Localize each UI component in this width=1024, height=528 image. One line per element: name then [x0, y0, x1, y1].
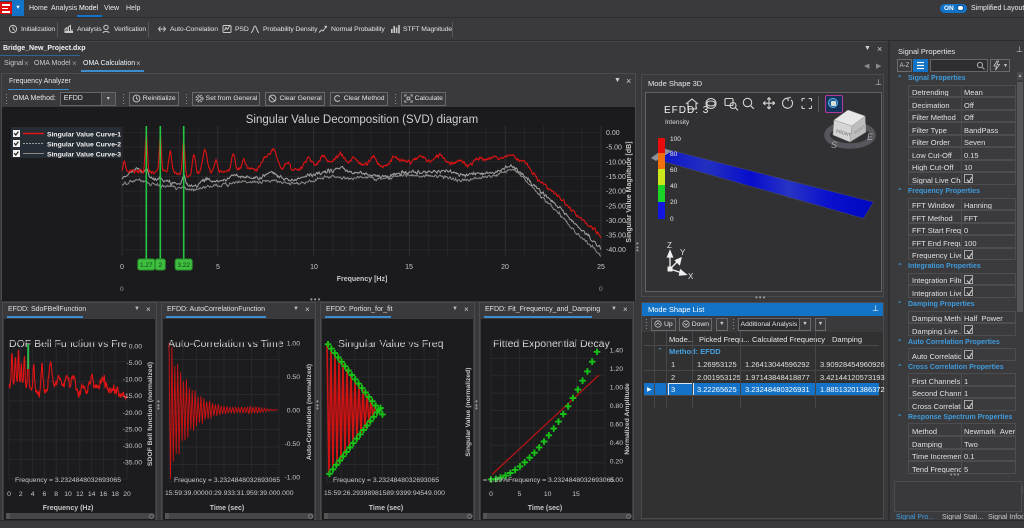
svg-text:6: 6	[43, 491, 47, 498]
svg-text:-10.00: -10.00	[606, 159, 626, 166]
svg-text:2: 2	[19, 491, 23, 498]
svg-text:0.60: 0.60	[610, 422, 623, 429]
svg-text:0.00: 0.00	[606, 130, 620, 137]
svg-text:1.40: 1.40	[610, 348, 623, 355]
svg-text:Z: Z	[667, 241, 672, 250]
svg-text:10: 10	[544, 491, 552, 498]
svg-text:Normalized Amplitude: Normalized Amplitude	[624, 383, 631, 455]
svg-text:25: 25	[597, 264, 605, 271]
svg-text:-15.00: -15.00	[123, 393, 142, 400]
svg-text:10: 10	[310, 264, 318, 271]
svg-text:4: 4	[31, 491, 35, 498]
svg-text:14: 14	[88, 491, 96, 498]
svg-text:0: 0	[7, 491, 11, 498]
svg-text:Singular Value Curve-3: Singular Value Curve-3	[47, 152, 121, 159]
svg-text:Auto-Correlation (normalized): Auto-Correlation (normalized)	[306, 364, 313, 460]
svg-text:Singular Value Curve-1: Singular Value Curve-1	[47, 132, 121, 139]
svg-text:Frequency = 3.2324848032693065: Frequency = 3.2324848032693065	[174, 477, 280, 484]
svg-text:-10.00: -10.00	[123, 377, 142, 384]
svg-text:-30.00: -30.00	[123, 443, 142, 450]
svg-text:5: 5	[518, 491, 522, 498]
svg-text:0: 0	[670, 216, 674, 223]
svg-text:80: 80	[670, 151, 678, 158]
svg-text:Fitted Exponential Decay: Fitted Exponential Decay	[493, 338, 610, 350]
svg-text:0.00: 0.00	[287, 408, 300, 415]
svg-text:-20.00: -20.00	[606, 189, 626, 196]
svg-text:40: 40	[670, 183, 678, 190]
svg-text:0.00: 0.00	[610, 477, 623, 484]
svg-text:0.80: 0.80	[610, 403, 623, 410]
svg-text:SDOF Bell function (normalized: SDOF Bell function (normalized)	[147, 362, 154, 466]
svg-text:Time (sec): Time (sec)	[210, 505, 245, 512]
svg-text:-0.50: -0.50	[285, 441, 301, 448]
svg-text:15: 15	[572, 491, 580, 498]
svg-text:3.22: 3.22	[177, 262, 190, 269]
svg-text:-40.00: -40.00	[606, 247, 626, 254]
svg-text:Singular Value Curve-2: Singular Value Curve-2	[47, 142, 121, 149]
svg-text:1.00: 1.00	[287, 341, 300, 348]
svg-text:0: 0	[489, 491, 493, 498]
svg-text:5: 5	[216, 264, 220, 271]
svg-text:-5.00: -5.00	[606, 145, 622, 152]
svg-text:-35.00: -35.00	[606, 233, 626, 240]
svg-text:15:59:26.29398981589:9399:9454: 15:59:26.29398981589:9399:94549.000	[324, 490, 445, 497]
svg-text:-1.00: -1.00	[285, 475, 301, 482]
svg-text:Frequency [Hz]: Frequency [Hz]	[337, 276, 388, 283]
svg-text:S: S	[831, 140, 837, 150]
svg-text:20: 20	[670, 199, 678, 206]
svg-text:0.00: 0.00	[129, 344, 142, 351]
svg-text:Frequency = 3.2324848032693065: Frequency = 3.2324848032693065	[333, 477, 439, 484]
svg-text:20: 20	[123, 491, 131, 498]
svg-text:0: 0	[599, 286, 603, 293]
svg-text:0: 0	[120, 264, 124, 271]
svg-text:Singular Value (normalized): Singular Value (normalized)	[465, 367, 472, 456]
svg-text:0: 0	[120, 286, 124, 293]
svg-text:15:59:39.00000:29.933:31.959:3: 15:59:39.00000:29.933:31.959:39.000.000	[165, 490, 294, 497]
svg-text:15: 15	[405, 264, 413, 271]
svg-text:Frequency (Hz): Frequency (Hz)	[43, 505, 94, 512]
svg-text:X: X	[688, 272, 694, 281]
svg-text:Time (sec): Time (sec)	[369, 505, 404, 512]
svg-text:16: 16	[100, 491, 108, 498]
svg-text:100: 100	[670, 136, 681, 143]
svg-text:8: 8	[54, 491, 58, 498]
svg-text:0.40: 0.40	[610, 440, 623, 447]
svg-text:-30.00: -30.00	[606, 218, 626, 225]
svg-text:Singular Value Magnitude [dB]: Singular Value Magnitude [dB]	[626, 141, 633, 242]
svg-text:1.20: 1.20	[610, 366, 623, 373]
svg-text:Frequency = 3.2324848032693065: Frequency = 3.2324848032693065	[15, 477, 121, 484]
svg-text:0.20: 0.20	[610, 459, 623, 466]
svg-text:-25.00: -25.00	[123, 426, 142, 433]
svg-text:Time (sec): Time (sec)	[528, 505, 563, 512]
svg-text:= 1.89%Frequency = 3.232484803: = 1.89%Frequency = 3.2324848032693065	[483, 477, 614, 484]
svg-text:-15.00: -15.00	[606, 174, 626, 181]
svg-text:Singular Value Decomposition (: Singular Value Decomposition (SVD) diagr…	[246, 114, 478, 126]
svg-text:Singular Value vs Freq: Singular Value vs Freq	[338, 338, 444, 350]
svg-text:-20.00: -20.00	[123, 410, 142, 417]
svg-text:-35.00: -35.00	[123, 460, 142, 467]
svg-text:60: 60	[670, 167, 678, 174]
svg-text:12: 12	[76, 491, 84, 498]
svg-text:E: E	[867, 132, 874, 142]
svg-text:-25.00: -25.00	[606, 203, 626, 210]
svg-text:10: 10	[64, 491, 72, 498]
svg-text:Y: Y	[680, 248, 686, 257]
svg-text:1.00: 1.00	[610, 385, 623, 392]
svg-text:-5.00: -5.00	[127, 360, 143, 367]
svg-text:2: 2	[158, 262, 162, 269]
svg-text:1.27: 1.27	[140, 262, 153, 269]
svg-text:18: 18	[111, 491, 119, 498]
svg-text:20: 20	[501, 264, 509, 271]
svg-text:Auto-Correlation vs Time: Auto-Correlation vs Time	[168, 338, 284, 350]
svg-text:0.50: 0.50	[287, 374, 300, 381]
